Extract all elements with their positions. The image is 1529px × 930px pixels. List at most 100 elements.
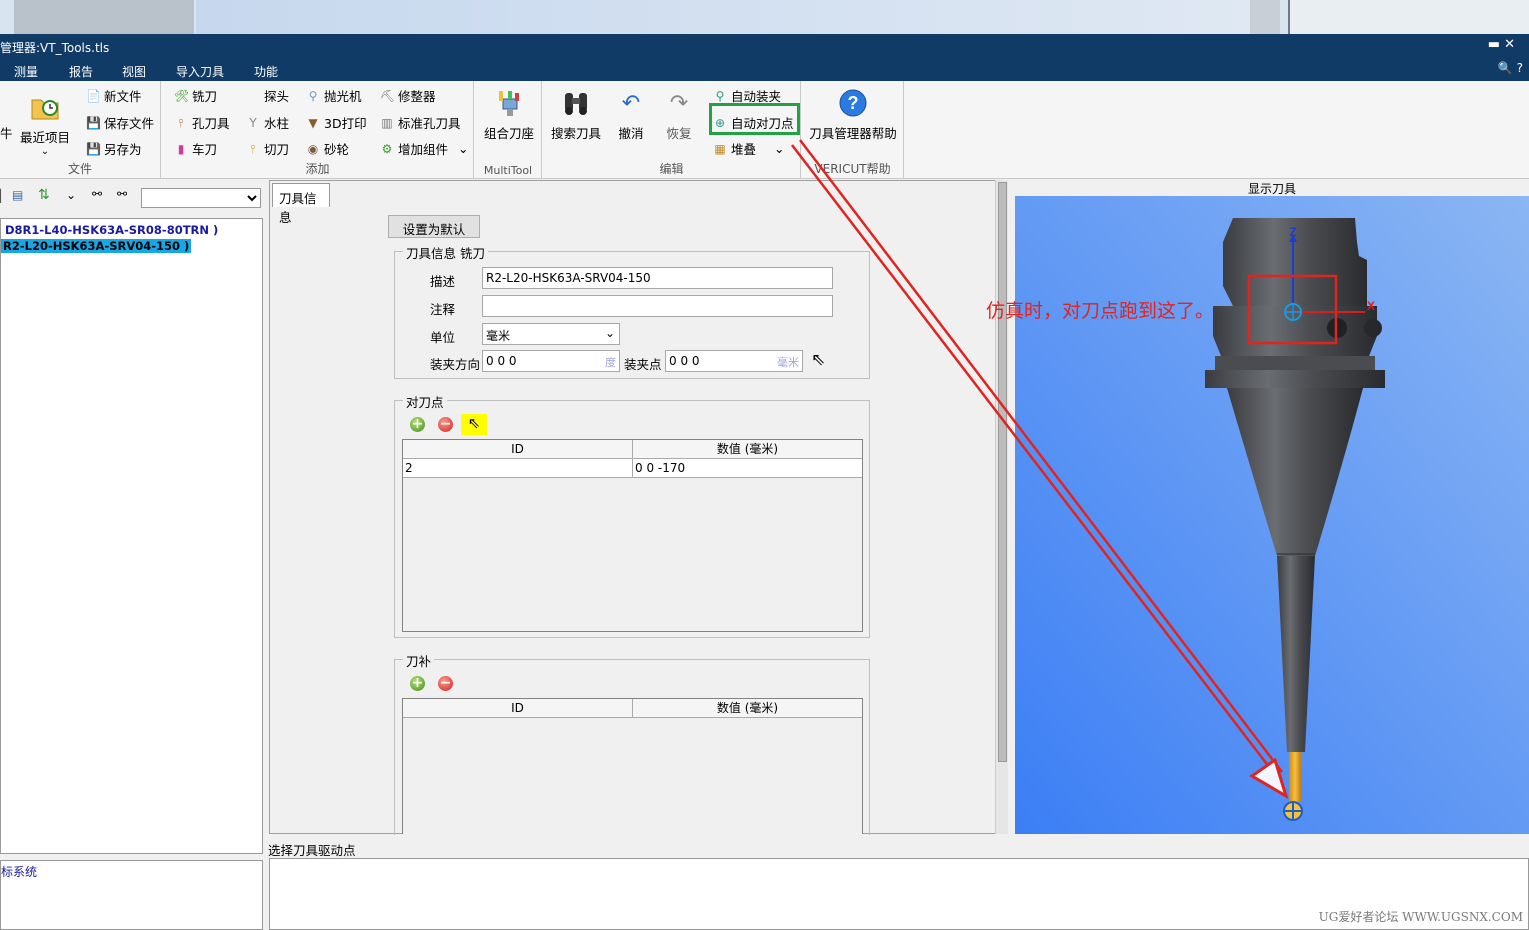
menu-view[interactable]: 视图 xyxy=(122,63,146,80)
recent-items-label: 最近项目 xyxy=(20,130,70,145)
table-row-value[interactable]: 0 0 -170 xyxy=(633,459,862,478)
expand-icon[interactable]: ▤ xyxy=(12,188,23,202)
std-hole-tool-button[interactable]: ▥ 标准孔刀具 xyxy=(380,113,461,132)
print3d-icon: ▼ xyxy=(306,116,320,130)
turning-tool-icon: ▮ xyxy=(174,142,188,156)
waterjet-button[interactable]: Y 水柱 xyxy=(246,113,289,132)
binoculars-icon[interactable]: ⚯ xyxy=(92,187,102,201)
polisher-button[interactable]: ⚲ 抛光机 xyxy=(306,86,362,105)
redo-button[interactable]: ↷ 恢复 xyxy=(661,87,697,142)
menu-report[interactable]: 报告 xyxy=(69,63,93,80)
comment-label: 注释 xyxy=(430,299,455,318)
probe-icon: 𐇀 xyxy=(246,89,260,103)
tree-filter-select[interactable] xyxy=(141,188,261,208)
undo-label: 撤消 xyxy=(618,126,643,141)
recent-items-button[interactable]: 最近项目 ⌄ xyxy=(18,91,72,157)
tool-viewer[interactable]: Z X xyxy=(1015,196,1529,834)
cutter-comp-legend: 刀补 xyxy=(403,651,434,670)
binoculars-next-icon[interactable]: ⚯ xyxy=(117,187,127,201)
window-controls[interactable]: ▬ ✕ xyxy=(1488,37,1515,52)
tool-model-svg: Z X xyxy=(1015,196,1529,834)
tool-tree[interactable]: D8R1-L40-HSK63A-SR08-80TRN ) R2-L20-HSK6… xyxy=(0,218,263,854)
set-default-button[interactable]: 设置为默认 xyxy=(388,215,480,238)
tool-manager-help-button[interactable]: ? 刀具管理器帮助 xyxy=(808,87,898,142)
mill-button[interactable]: 🛠 铣刀 xyxy=(174,86,217,105)
units-label: 单位 xyxy=(430,327,455,346)
z-axis-label: Z xyxy=(1289,225,1296,239)
add-icon[interactable]: + xyxy=(410,417,425,432)
save-file-button[interactable]: 💾 保存文件 xyxy=(86,113,154,132)
holder-collar xyxy=(1205,370,1385,388)
new-file-icon: 📄 xyxy=(86,89,100,103)
save-as-label: 另存为 xyxy=(104,139,142,158)
gage-pt-input[interactable]: 0 0 0 毫米 xyxy=(665,350,803,372)
search-tool-button[interactable]: 搜索刀具 xyxy=(551,87,601,142)
print3d-button[interactable]: ▼ 3D打印 xyxy=(306,113,367,132)
hole-tool-button[interactable]: ⫯ 孔刀具 xyxy=(174,113,230,132)
tree-item[interactable]: D8R1-L40-HSK63A-SR08-80TRN ) xyxy=(5,223,218,237)
scrollbar-thumb[interactable] xyxy=(998,182,1007,762)
dresser-button[interactable]: ⛏ 修整器 xyxy=(380,86,436,105)
save-as-button[interactable]: 💾 另存为 xyxy=(86,139,142,158)
menu-search-help[interactable]: 🔍 ? xyxy=(1498,61,1523,75)
add-component-icon: ⚙ xyxy=(380,142,394,156)
grinding-wheel-button[interactable]: ◉ 砂轮 xyxy=(306,139,349,158)
ribbon-group-add: 🛠 铣刀 𐇀 探头 ⚲ 抛光机 ⛏ 修整器 ⫯ 孔刀具 Y 水柱 ▼ 3D打印 ▥ 标准孔刀具 … xyxy=(162,81,474,178)
menu-import-tool[interactable]: 导入刀具 xyxy=(176,63,224,80)
wheel-label: 砂轮 xyxy=(324,139,349,158)
undo-icon: ↶ xyxy=(615,87,647,119)
tree-item-selected[interactable]: R2-L20-HSK63A-SRV04-150 ) xyxy=(1,239,191,253)
pick-point-icon[interactable]: ⇖ xyxy=(461,414,487,435)
table-row-id[interactable]: 2 xyxy=(403,459,633,478)
gage-dir-input[interactable]: 0 0 0 度 xyxy=(482,350,620,372)
add-component-button[interactable]: ⚙ 增加组件 ⌄ xyxy=(380,139,469,158)
save-as-icon: 💾 xyxy=(86,142,100,156)
wheel-icon: ◉ xyxy=(306,142,320,156)
mill-label: 铣刀 xyxy=(192,86,217,105)
gage-pt-unit: 毫米 xyxy=(777,354,799,370)
redo-icon: ↷ xyxy=(663,87,695,119)
sort-icon[interactable]: ⇅ xyxy=(38,187,50,203)
hole-tool-icon: ⫯ xyxy=(174,116,188,130)
combo-holder-button[interactable]: 组合刀座 xyxy=(481,87,537,142)
coordinate-system-pane: 标系统 xyxy=(0,860,263,930)
desc-input[interactable]: R2-L20-HSK63A-SRV04-150 xyxy=(482,267,833,289)
pick-arrow-icon[interactable]: ⇖ xyxy=(811,350,825,370)
group-label-add: 添加 xyxy=(162,160,473,177)
tab-tool-info[interactable]: 刀具信息 xyxy=(272,183,330,207)
undo-button[interactable]: ↶ 撤消 xyxy=(613,87,649,142)
chevron-down-icon[interactable]: ⌄ xyxy=(66,188,76,202)
polisher-label: 抛光机 xyxy=(324,86,362,105)
annotation-text: 仿真时，对刀点跑到这了。 xyxy=(986,296,1214,323)
ribbon-group-multitool: 组合刀座 MultiTool xyxy=(475,81,542,178)
add-icon[interactable]: + xyxy=(410,676,425,691)
cutoff-icon: ⫯ xyxy=(246,142,260,156)
mill-icon: 🛠 xyxy=(174,89,188,103)
remove-icon[interactable]: − xyxy=(438,417,453,432)
combo-holder-label: 组合刀座 xyxy=(484,126,534,141)
units-value: 毫米 xyxy=(486,329,510,343)
group-label-vericut-help: VERICUT帮助 xyxy=(802,160,903,177)
menu-measure[interactable]: 测量 xyxy=(14,63,38,80)
stack-button[interactable]: ▦ 堆叠 ⌄ xyxy=(713,139,785,158)
comment-input[interactable] xyxy=(482,295,833,317)
desktop-window-c xyxy=(1250,0,1280,34)
driven-points-legend: 对刀点 xyxy=(403,392,447,411)
ribbon-group-file: 牛 最近项目 ⌄ 📄 新文件 💾 保存文件 💾 另存为 文件 xyxy=(0,81,161,178)
remove-icon[interactable]: − xyxy=(438,676,453,691)
svg-text:?: ? xyxy=(848,93,859,113)
new-file-button[interactable]: 📄 新文件 xyxy=(86,86,142,105)
form-scrollbar[interactable] xyxy=(995,180,1008,834)
cutoff-button[interactable]: ⫯ 切刀 xyxy=(246,139,289,158)
menu-function[interactable]: 功能 xyxy=(254,63,278,80)
group-label-file: 文件 xyxy=(0,160,160,177)
tree-toolbar: ▏ ▤ ⇅ ⌄ ⚯ ⚯ xyxy=(0,184,262,212)
turning-tool-button[interactable]: ▮ 车刀 xyxy=(174,139,217,158)
col-header-value: 数值 (毫米) xyxy=(633,699,862,718)
probe-button[interactable]: 𐇀 探头 xyxy=(246,86,289,105)
menu-bar: 测量 报告 视图 导入刀具 功能 🔍 ? xyxy=(0,60,1529,81)
holder-hole xyxy=(1364,319,1382,337)
col-header-id: ID xyxy=(403,440,633,459)
units-select[interactable]: 毫米 ⌄ xyxy=(482,323,620,345)
stack-label: 堆叠 xyxy=(731,139,756,158)
